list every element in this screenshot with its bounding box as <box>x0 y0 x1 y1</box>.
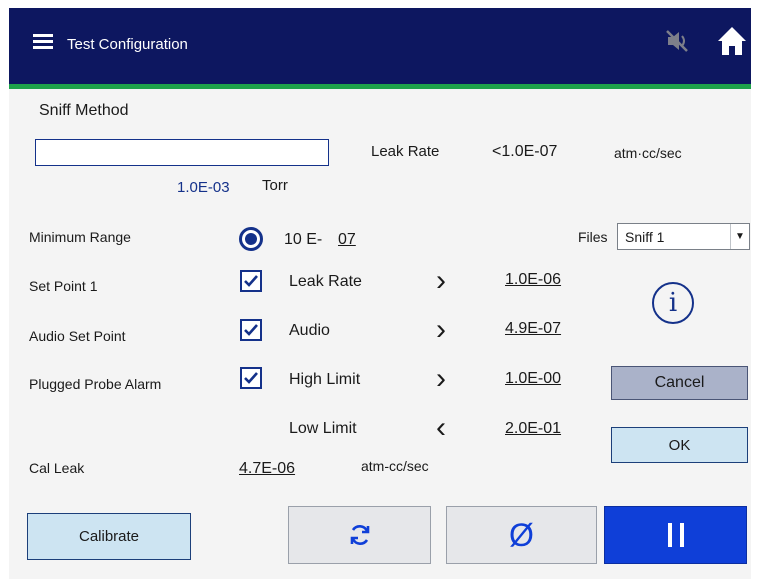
hamburger-menu-icon[interactable] <box>33 31 53 52</box>
files-select[interactable]: Sniff 1 ▼ <box>617 223 750 250</box>
set-point-1-checkbox[interactable] <box>240 270 262 292</box>
limit-label-leak-rate: Leak Rate <box>289 273 362 290</box>
calibrate-button[interactable]: Calibrate <box>27 513 191 560</box>
files-select-value: Sniff 1 <box>625 228 665 245</box>
leak-rate-unit: atm·cc/sec <box>614 145 682 161</box>
pressure-unit: Torr <box>262 177 288 194</box>
refresh-icon <box>350 525 369 545</box>
checkmark-icon <box>244 324 258 336</box>
cal-leak-unit: atm-cc/sec <box>361 458 429 474</box>
checkmark-icon <box>244 372 258 384</box>
greater-than-icon: › <box>436 264 446 297</box>
less-than-icon: ‹ <box>436 411 446 444</box>
limit-value-low-limit[interactable]: 2.0E-01 <box>505 420 561 438</box>
greater-than-icon: › <box>436 362 446 395</box>
minimum-range-exponent[interactable]: 07 <box>338 231 356 249</box>
audio-set-point-checkbox[interactable] <box>240 319 262 341</box>
limit-label-high-limit: High Limit <box>289 371 361 388</box>
cancel-button[interactable]: Cancel <box>611 366 748 400</box>
pressure-value: 1.0E-03 <box>177 179 230 196</box>
leak-rate-value: <1.0E-07 <box>492 143 558 160</box>
minimum-range-radio[interactable] <box>239 227 263 251</box>
limit-value-leak-rate[interactable]: 1.0E-06 <box>505 271 561 289</box>
plugged-probe-alarm-checkbox[interactable] <box>240 367 262 389</box>
pause-button[interactable] <box>604 506 747 564</box>
method-label: Sniff Method <box>39 102 129 119</box>
set-point-1-label: Set Point 1 <box>29 278 98 294</box>
cal-leak-value[interactable]: 4.7E-06 <box>239 460 295 478</box>
audio-set-point-label: Audio Set Point <box>29 328 126 344</box>
ok-button[interactable]: OK <box>611 427 748 463</box>
null-button[interactable]: Ø <box>446 506 597 564</box>
files-label: Files <box>578 229 608 245</box>
speaker-muted-icon[interactable] <box>662 26 692 56</box>
checkmark-icon <box>244 275 258 287</box>
info-icon[interactable]: i <box>652 282 694 324</box>
limit-value-audio[interactable]: 4.9E-07 <box>505 320 561 338</box>
limit-label-audio: Audio <box>289 322 330 339</box>
minimum-range-label: Minimum Range <box>29 229 131 245</box>
limit-label-low-limit: Low Limit <box>289 420 357 437</box>
cal-leak-label: Cal Leak <box>29 460 85 476</box>
refresh-button[interactable] <box>288 506 431 564</box>
limit-value-high-limit[interactable]: 1.0E-00 <box>505 370 561 388</box>
home-icon[interactable] <box>716 24 748 58</box>
leak-rate-label: Leak Rate <box>371 143 440 160</box>
chevron-down-icon: ▼ <box>730 224 749 249</box>
page-title: Test Configuration <box>67 36 188 53</box>
plugged-probe-alarm-label: Plugged Probe Alarm <box>29 376 162 392</box>
pressure-bar <box>35 139 329 166</box>
pause-icon <box>667 523 684 547</box>
greater-than-icon: › <box>436 313 446 346</box>
minimum-range-prefix: 10 E- <box>284 231 323 248</box>
